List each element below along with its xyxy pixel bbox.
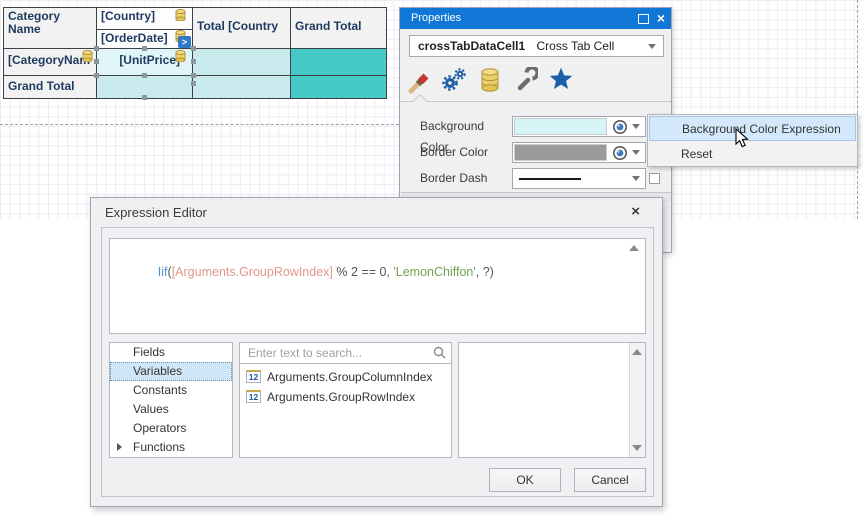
- database-tab-icon[interactable]: [480, 67, 500, 93]
- selection-handle[interactable]: [142, 73, 147, 78]
- category-constants[interactable]: Constants: [110, 381, 232, 400]
- border-dash-style-label: Border Dash Style: [420, 168, 515, 189]
- crosstab-column-total-cell[interactable]: Total [Country: [192, 7, 291, 49]
- selected-control-dropdown[interactable]: crossTabDataCell1 Cross Tab Cell: [409, 35, 664, 57]
- close-icon[interactable]: ×: [631, 203, 640, 220]
- search-box: [239, 342, 452, 364]
- wrench-tab-icon[interactable]: [516, 67, 538, 91]
- border-color-editor[interactable]: [512, 142, 646, 163]
- selection-handle[interactable]: [191, 73, 196, 78]
- property-context-menu: Background Color Expression Reset: [647, 114, 858, 167]
- star-tab-icon[interactable]: [549, 67, 573, 90]
- solid-line-sample: [519, 178, 581, 180]
- active-tab-notch: [413, 94, 427, 108]
- category-operators[interactable]: Operators: [110, 419, 232, 438]
- border-color-swatch: [514, 144, 607, 161]
- scrollbar[interactable]: [629, 343, 645, 457]
- chevron-down-icon: [632, 150, 640, 155]
- tab-separator: [400, 101, 671, 102]
- selection-handle[interactable]: [94, 73, 99, 78]
- category-variables[interactable]: Variables: [110, 362, 232, 381]
- selection-handle[interactable]: [191, 46, 196, 51]
- paintbrush-tab-icon[interactable]: [408, 67, 430, 95]
- selection-handle[interactable]: [191, 81, 196, 86]
- menu-item-reset[interactable]: Reset: [649, 142, 856, 167]
- background-color-swatch: [514, 118, 607, 135]
- category-fields[interactable]: Fields: [110, 343, 232, 362]
- selected-control-type: Cross Tab Cell: [537, 39, 615, 53]
- crosstab-grand-total-data-cell[interactable]: [290, 48, 387, 76]
- crosstab-grand-total-data-cell[interactable]: [290, 75, 387, 99]
- dialog-title: Expression Editor: [105, 205, 207, 220]
- expression-editor-dialog: Expression Editor × Iif([Arguments.Group…: [90, 197, 663, 507]
- cancel-button[interactable]: Cancel: [574, 468, 646, 492]
- crosstab-corner-cell[interactable]: Category Name: [3, 7, 97, 49]
- selection-handle[interactable]: [142, 95, 147, 100]
- expand-arrow-icon[interactable]: [117, 443, 122, 451]
- scroll-up-icon[interactable]: [629, 245, 639, 251]
- properties-panel-title: Properties: [400, 8, 671, 29]
- field-binding-icon: [175, 9, 186, 21]
- crosstab-data-cell[interactable]: [192, 48, 291, 76]
- ok-button[interactable]: OK: [489, 468, 561, 492]
- field-binding-icon: [175, 50, 186, 62]
- gears-tab-icon[interactable]: [441, 67, 467, 93]
- report-designer: Category Name [Country] [OrderDate] Tota…: [0, 0, 865, 521]
- menu-item-background-color-expression[interactable]: Background Color Expression: [649, 116, 856, 141]
- crosstab-grand-total-column-cell[interactable]: Grand Total: [290, 7, 387, 49]
- restore-window-icon[interactable]: [638, 14, 649, 24]
- scroll-down-icon[interactable]: [632, 445, 642, 451]
- selection-handle[interactable]: [94, 59, 99, 64]
- variable-item-grouprowindex[interactable]: 12 Arguments.GroupRowIndex: [240, 387, 451, 407]
- color-picker-icon: [612, 145, 628, 161]
- close-icon[interactable]: ×: [657, 9, 665, 28]
- expression-text: Iif([Arguments.GroupRowIndex] % 2 == 0, …: [130, 251, 494, 293]
- mouse-cursor: [735, 128, 750, 149]
- background-color-label: Background Color: [420, 116, 515, 137]
- selection-handle[interactable]: [94, 46, 99, 51]
- variables-list: 12 Arguments.GroupColumnIndex 12 Argumen…: [239, 363, 452, 458]
- selection-handle[interactable]: [142, 46, 147, 51]
- scroll-up-icon[interactable]: [632, 349, 642, 355]
- integer-variable-icon: 12: [246, 390, 261, 403]
- crosstab-row-grand-total-cell[interactable]: Grand Total: [3, 75, 97, 99]
- category-values[interactable]: Values: [110, 400, 232, 419]
- property-marker-checkbox[interactable]: [649, 173, 660, 184]
- selection-handle[interactable]: [191, 59, 196, 64]
- background-color-editor[interactable]: [512, 116, 646, 137]
- search-input[interactable]: [239, 342, 452, 364]
- border-color-label: Border Color: [420, 142, 515, 163]
- border-dash-style-editor[interactable]: [512, 168, 646, 189]
- page-margin-line-vertical: [857, 0, 858, 219]
- crosstab-data-cell[interactable]: [192, 75, 291, 99]
- selected-control-name: crossTabDataCell1: [418, 39, 525, 53]
- chevron-down-icon: [648, 44, 656, 49]
- chevron-down-icon: [632, 124, 640, 129]
- category-functions[interactable]: Functions: [110, 438, 232, 457]
- category-list: Fields Variables Constants Values Operat…: [109, 342, 233, 458]
- smart-tag-button[interactable]: >: [178, 36, 191, 48]
- chevron-down-icon: [632, 176, 640, 181]
- integer-variable-icon: 12: [246, 370, 261, 383]
- search-icon: [433, 346, 446, 359]
- field-binding-icon: [82, 50, 93, 62]
- description-list[interactable]: [458, 342, 646, 458]
- expression-text-editor[interactable]: Iif([Arguments.GroupRowIndex] % 2 == 0, …: [109, 238, 646, 334]
- band-separator-line: [0, 124, 399, 125]
- variable-item-groupcolumnindex[interactable]: 12 Arguments.GroupColumnIndex: [240, 367, 451, 387]
- color-picker-icon: [612, 119, 628, 135]
